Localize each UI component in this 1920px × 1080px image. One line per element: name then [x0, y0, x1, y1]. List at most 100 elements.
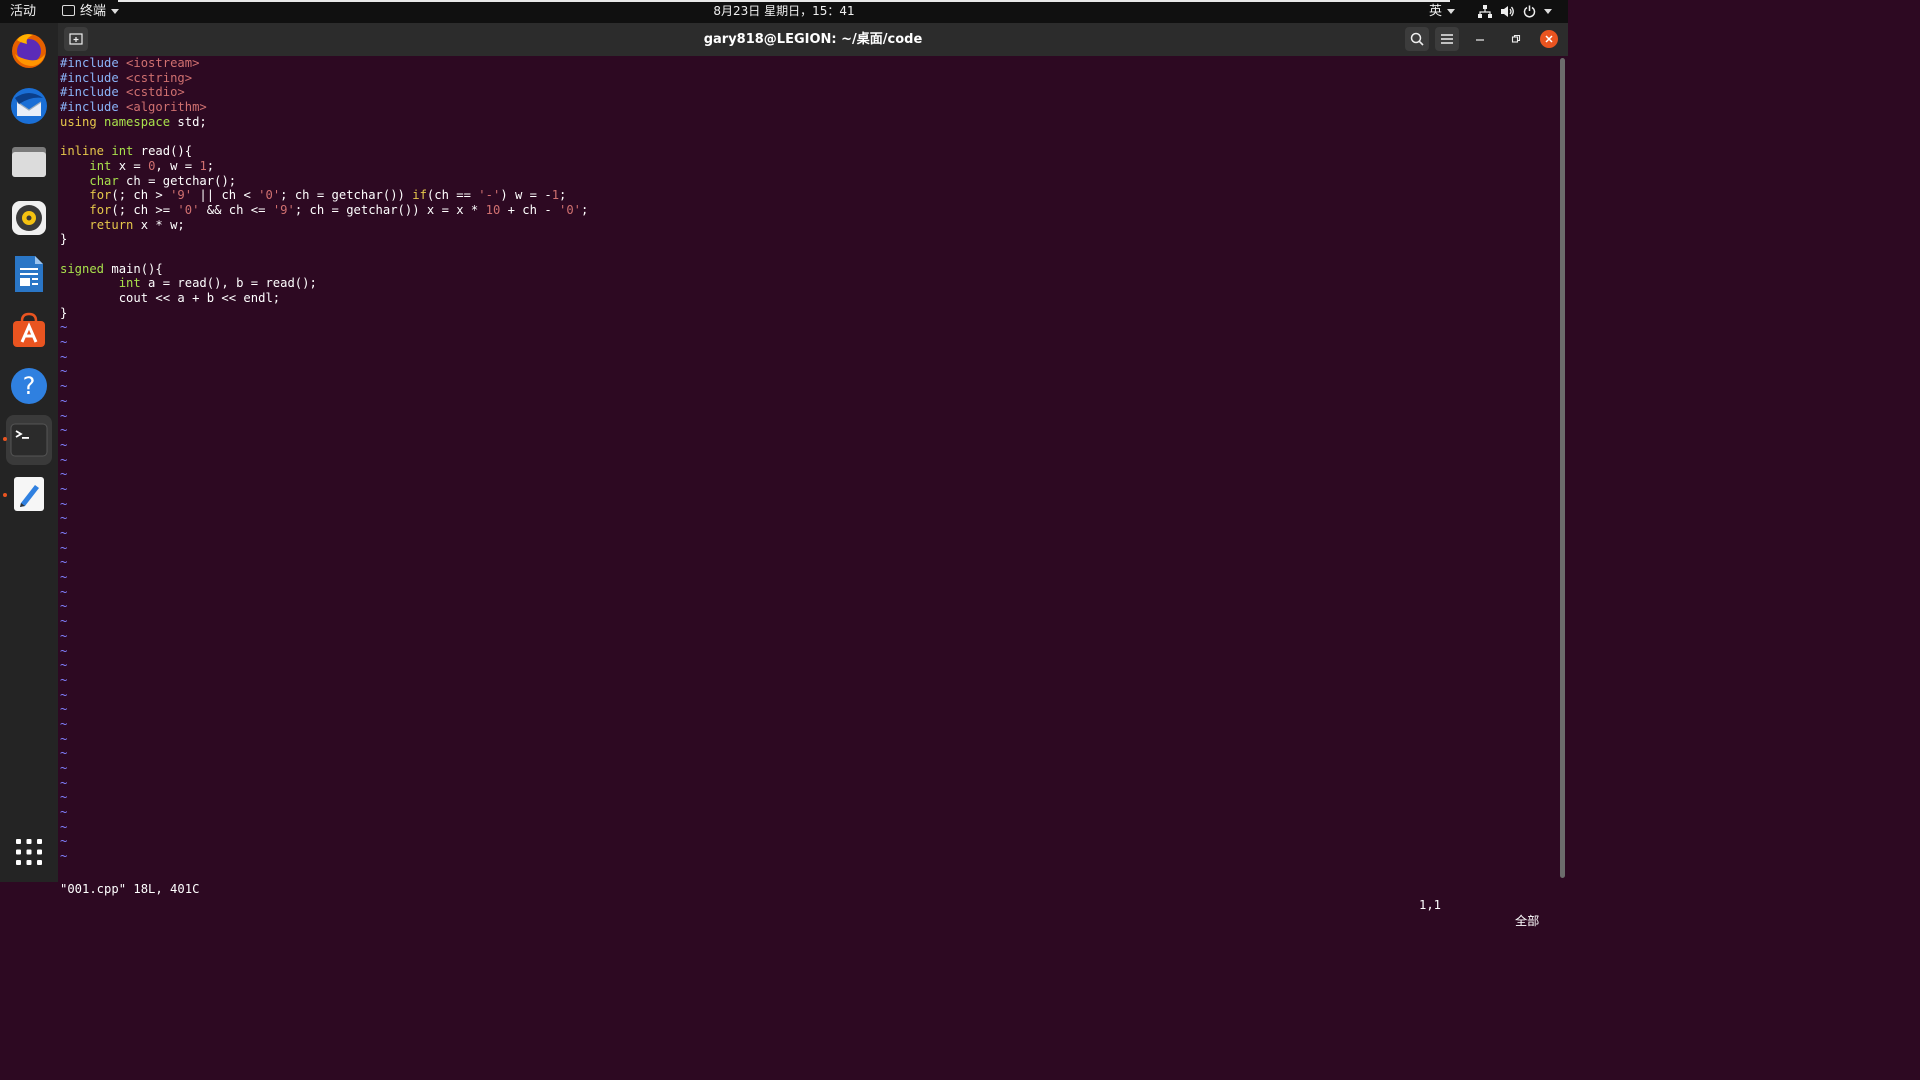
- window-titlebar[interactable]: gary818@LEGION: ~/桌面/code: [58, 23, 1568, 56]
- code-token: '9': [170, 188, 193, 203]
- dock-item-writer[interactable]: [6, 251, 52, 297]
- svg-text:?: ?: [23, 372, 36, 400]
- code-token: '9': [272, 202, 295, 217]
- code-line: char ch = getchar();: [60, 174, 588, 189]
- code-token: 1: [551, 188, 560, 203]
- dock-item-thunderbird[interactable]: [6, 83, 52, 129]
- code-token: main(){: [104, 261, 163, 276]
- code-token: <iostream>: [126, 56, 200, 70]
- code-token: ;: [559, 188, 567, 203]
- code-line: }: [60, 232, 588, 247]
- code-line: #include <iostream>: [60, 56, 588, 71]
- terminal-scrollbar[interactable]: [1560, 58, 1565, 878]
- code-token: 1: [199, 158, 207, 173]
- code-token: (; ch >=: [111, 202, 178, 217]
- dock-item-text-editor[interactable]: [3, 471, 52, 517]
- empty-line-tilde: ~: [60, 364, 68, 379]
- empty-line-tilde: ~: [60, 805, 68, 820]
- clock[interactable]: 8月23日 星期日，15：41: [713, 4, 854, 18]
- code-token: #include: [60, 100, 119, 115]
- empty-line-tilde: ~: [60, 628, 68, 643]
- code-token: read(){: [133, 144, 193, 159]
- code-token: <algorithm>: [126, 100, 207, 115]
- code-token: ch = getchar();: [118, 173, 237, 188]
- empty-line-tilde: ~: [60, 584, 68, 599]
- status-scroll-position: 全部: [1515, 914, 1540, 928]
- code-token: && ch <=: [199, 202, 273, 217]
- empty-line-tilde: ~: [60, 349, 68, 364]
- empty-line-tilde: ~: [60, 467, 68, 482]
- code-token: '-': [478, 188, 501, 203]
- code-token: '0': [177, 202, 200, 217]
- system-menu[interactable]: [1478, 0, 1552, 23]
- vim-buffer[interactable]: #include <iostream> #include <cstring> #in…: [60, 56, 588, 864]
- minimize-button[interactable]: [1472, 31, 1488, 47]
- empty-line-tilde: ~: [60, 775, 68, 790]
- code-token: <cstdio>: [126, 85, 185, 100]
- empty-line-tilde: ~: [60, 672, 68, 687]
- vim-status-line: "001.cpp" 18L, 401C 1,1 全部: [60, 865, 1556, 928]
- empty-line-tilde: ~: [60, 702, 68, 717]
- code-line: #include <cstdio>: [60, 85, 588, 100]
- empty-line-tilde: ~: [60, 540, 68, 555]
- code-token: #include: [60, 85, 119, 100]
- code-line: #include <algorithm>: [60, 100, 588, 115]
- libreoffice-writer-icon: [15, 256, 43, 292]
- code-token: int: [111, 144, 134, 159]
- firefox-icon: [12, 34, 46, 68]
- code-token: <cstring>: [126, 70, 193, 85]
- code-token: cout << a + b << endl;: [60, 291, 281, 305]
- maximize-button[interactable]: [1508, 31, 1524, 47]
- empty-line-tilde: ~: [60, 716, 68, 731]
- empty-line-tilde: ~: [60, 599, 68, 614]
- chevron-down-icon: [111, 9, 120, 14]
- code-token: ;: [581, 202, 589, 217]
- close-button[interactable]: [1540, 30, 1558, 48]
- code-token: std;: [170, 114, 207, 129]
- code-token: if: [412, 188, 427, 203]
- empty-line-tilde: ~: [60, 423, 68, 438]
- menu-button[interactable]: [1435, 27, 1459, 51]
- show-applications-button[interactable]: [10, 833, 48, 871]
- app-store-icon: [13, 312, 45, 347]
- empty-line-tilde: ~: [60, 496, 68, 511]
- dock-item-help[interactable]: ?: [6, 363, 52, 409]
- empty-line-tilde: ~: [60, 746, 68, 761]
- empty-line-tilde: ~: [60, 526, 68, 540]
- dock-item-rhythmbox[interactable]: [6, 195, 52, 241]
- code-token: x * w;: [133, 217, 185, 232]
- app-menu[interactable]: 终端: [62, 0, 120, 23]
- empty-line-tilde: ~: [60, 511, 68, 526]
- activities-button[interactable]: 活动: [10, 0, 36, 23]
- empty-line-tilde: ~: [60, 335, 68, 350]
- input-method-menu[interactable]: 英: [1429, 0, 1456, 23]
- code-line: using namespace std;: [60, 115, 588, 130]
- terminal-area[interactable]: #include <iostream> #include <cstring> #in…: [58, 56, 1558, 928]
- dock-item-terminal[interactable]: [3, 415, 52, 465]
- code-token: x =: [111, 158, 149, 173]
- running-indicator: [3, 493, 7, 497]
- power-icon: [1523, 5, 1536, 18]
- code-token: namespace: [104, 114, 171, 129]
- code-token: using: [60, 114, 97, 129]
- code-line: return x * w;: [60, 218, 588, 233]
- dock-item-firefox[interactable]: [6, 27, 52, 73]
- code-line: int x = 0, w = 1;: [60, 159, 588, 174]
- code-token: '0': [258, 188, 281, 203]
- dock-item-app-store[interactable]: [6, 307, 52, 353]
- minimize-icon: [1476, 39, 1484, 41]
- code-token: + ch -: [500, 202, 559, 217]
- top-bar: 活动 终端 8月23日 星期日，15：41 英: [0, 0, 1568, 23]
- running-indicator: [3, 437, 7, 441]
- dock-item-files[interactable]: [6, 139, 52, 185]
- code-token: inline: [60, 144, 105, 159]
- search-button[interactable]: [1405, 27, 1429, 51]
- terminal-small-icon: [62, 5, 75, 16]
- empty-line-tilde: ~: [60, 761, 68, 775]
